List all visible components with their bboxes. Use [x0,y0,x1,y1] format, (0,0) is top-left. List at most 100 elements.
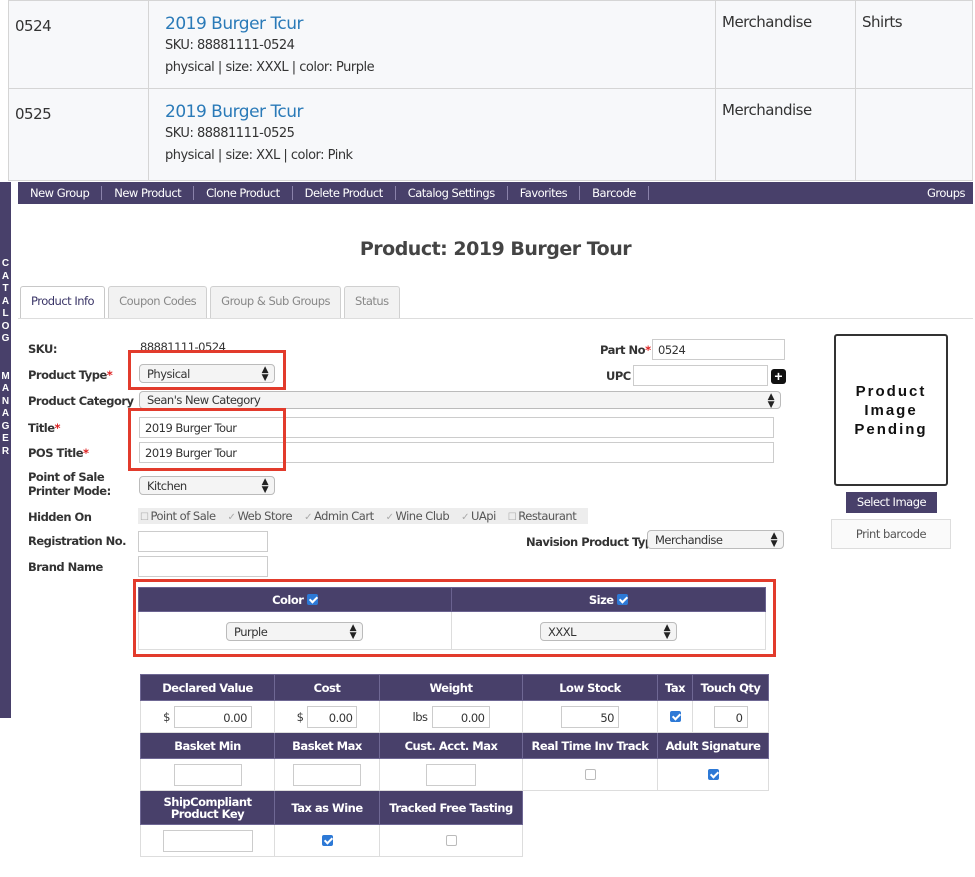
tab-divider [18,318,973,319]
print-barcode-button[interactable]: Print barcode [831,519,951,549]
navision-value: Merchandise [655,533,723,547]
side-tab-letter: G [1,420,10,432]
title-label: Title* [28,421,61,435]
basket-max-header: Basket Max [274,732,380,759]
tracked-free-tasting-header: Tracked Free Tasting [379,790,523,825]
weight-header: Weight [379,674,523,701]
product-title-link[interactable]: 2019 Burger Tcur [165,101,699,123]
hidden-on-point-of-sale[interactable]: ☐ Point of Sale [138,509,216,523]
real-time-inv-track-header: Real Time Inv Track [522,732,658,759]
tab-status[interactable]: Status [344,286,400,318]
sku-label: SKU: [28,342,57,356]
clone-product-button[interactable]: Clone Product [194,186,293,200]
product-meta: physical | size: XXXL | color: Purple [165,60,375,75]
tab-product-info[interactable]: Product Info [20,286,106,319]
basket-min-header: Basket Min [140,732,275,759]
product-category: Merchandise [715,0,856,89]
delete-product-button[interactable]: Delete Product [293,186,396,200]
hidden-on-label: Hidden On [28,510,92,524]
product-category-value: Sean's New Category [147,393,261,407]
select-image-button[interactable]: Select Image [846,492,937,513]
new-product-button[interactable]: New Product [102,186,195,200]
shipcompliant-product-key-header: ShipCompliant Product Key [140,790,275,825]
highlight-box-product-type [128,350,286,390]
select-arrows-icon: ▲ ▼ [770,531,778,549]
declared-value-header: Declared Value [140,674,275,701]
basket-max-input[interactable] [293,763,361,786]
adult-signature-checkbox[interactable] [707,768,719,780]
side-tab-letter: A [1,408,10,419]
product-id: 0524 [8,0,149,89]
product-sku: SKU: 88881111-0525 [165,126,295,141]
page-title: Product: 2019 Burger Tour [359,238,632,260]
declared-value-input[interactable]: 0.00 [173,705,252,728]
weight-input[interactable]: 0.00 [431,705,490,728]
product-category-select[interactable]: Sean's New Category ▲ ▼ [139,391,781,410]
cost-header: Cost [274,674,380,701]
printer-mode-value: Kitchen [147,479,187,493]
add-upc-plus-icon[interactable]: + [771,369,786,384]
catalog-toolbar: New Group New Product Clone Product Dele… [18,182,973,204]
part-no-input[interactable]: 0524 [652,339,785,360]
side-tab-letter: T [2,283,9,294]
product-tabs: Product Info Coupon Codes Group & Sub Gr… [20,286,403,319]
cost-input[interactable]: 0.00 [307,705,358,728]
tax-as-wine-checkbox[interactable] [321,834,333,846]
side-tab-letter: E [2,433,9,444]
hidden-on-admin-cart[interactable]: ✓ Admin Cart [302,509,374,523]
hidden-on-wine-club[interactable]: ✓ Wine Club [384,509,450,523]
low-stock-input[interactable]: 50 [561,705,619,728]
product-subcategory [855,88,973,181]
basket-min-input[interactable] [173,763,242,786]
side-tab-letter: A [1,383,10,394]
hidden-on-uapi[interactable]: ✓ UApi [459,509,496,523]
tracked-free-tasting-checkbox[interactable] [445,834,457,846]
shipcompliant-product-key-input[interactable] [162,829,253,852]
catalog-manager-side-tab[interactable]: C A T A L O G M A N A G E R [0,182,11,718]
tax-as-wine-header: Tax as Wine [274,790,380,825]
groups-button[interactable]: Groups [927,186,973,200]
upc-input[interactable] [633,365,768,386]
registration-label: Registration No. [28,534,127,548]
side-tab-letter: A [1,295,10,307]
lbs-unit: lbs [412,709,429,724]
new-group-button[interactable]: New Group [18,186,103,200]
upc-label: UPC [606,369,631,383]
product-meta: physical | size: XXL | color: Pink [165,148,353,163]
product-type-label: Product Type* [28,368,113,382]
side-tab-letter: N [1,395,10,407]
navision-label: Navision Product Type [526,535,660,549]
touch-qty-header: Touch Qty [692,674,769,701]
table-row[interactable]: 0525 2019 Burger Tcur SKU: 88881111-0525… [8,88,973,181]
barcode-button[interactable]: Barcode [580,186,649,200]
hidden-on-restaurant[interactable]: ☐ Restaurant [506,509,577,523]
pos-title-label: POS Title* [28,446,89,460]
select-arrows-icon: ▲ ▼ [261,477,269,495]
printer-mode-select[interactable]: Kitchen ▲ ▼ [139,476,275,495]
product-category: Merchandise [715,88,856,181]
hidden-on-web-store[interactable]: ✓ Web Store [226,509,293,523]
cust-acct-max-header: Cust. Acct. Max [379,732,523,759]
cust-acct-max-input[interactable] [426,763,476,786]
brand-name-input[interactable] [138,556,268,577]
registration-input[interactable] [138,531,268,552]
product-category-label: Product Category [28,394,134,408]
tax-checkbox[interactable] [669,710,681,722]
touch-qty-input[interactable]: 0 [713,705,748,728]
real-time-inv-track-checkbox[interactable] [584,768,596,780]
tax-header: Tax [657,674,693,701]
side-tab-letter: M [1,370,10,382]
tab-coupon-codes[interactable]: Coupon Codes [108,286,208,318]
favorites-button[interactable]: Favorites [508,186,581,200]
product-title-link[interactable]: 2019 Burger Tcur [165,13,699,35]
part-no-label: Part No* [600,343,651,357]
catalog-settings-button[interactable]: Catalog Settings [396,186,508,200]
side-tab-letter: C [1,258,10,269]
product-list-table: 0524 2019 Burger Tcur SKU: 88881111-0524… [8,0,973,181]
tab-group-sub-groups[interactable]: Group & Sub Groups [210,286,342,318]
product-image-placeholder: Product Image Pending [834,334,948,486]
dollar-unit: $ [296,709,304,724]
navision-select[interactable]: Merchandise ▲ ▼ [647,530,784,549]
table-row[interactable]: 0524 2019 Burger Tcur SKU: 88881111-0524… [8,0,973,89]
side-tab-letter: A [1,270,10,282]
